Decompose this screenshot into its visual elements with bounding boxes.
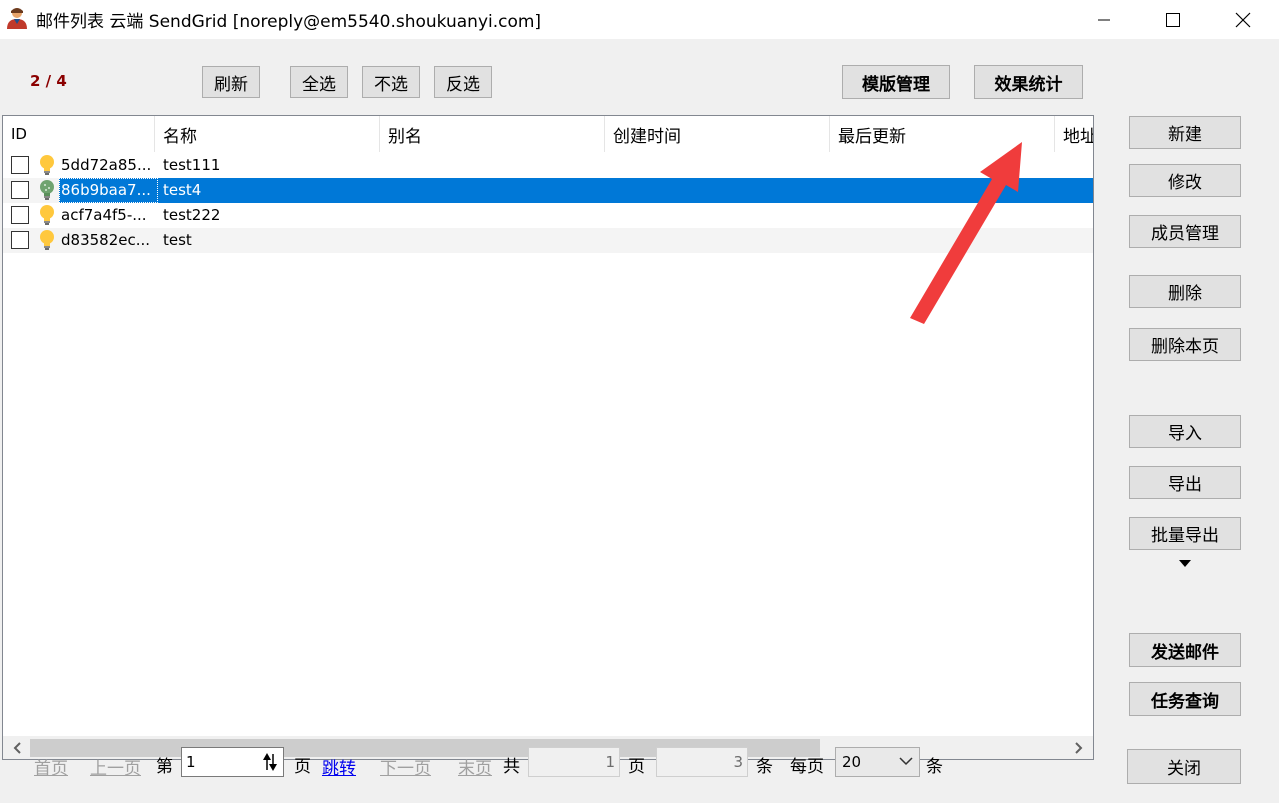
column-header-id[interactable]: ID <box>3 116 155 152</box>
task-query-button[interactable]: 任务查询 <box>1129 682 1241 716</box>
column-header-created[interactable]: 创建时间 <box>605 116 830 152</box>
invert-selection-button[interactable]: 反选 <box>434 66 492 98</box>
table-row[interactable]: 5dd72a85... test111 <box>3 153 1093 178</box>
total-label: 共 <box>503 757 520 777</box>
send-mail-button[interactable]: 发送邮件 <box>1129 633 1241 667</box>
edit-button[interactable]: 修改 <box>1129 164 1241 197</box>
delete-page-button[interactable]: 删除本页 <box>1129 328 1241 361</box>
bulb-green-icon <box>40 180 54 200</box>
template-management-button[interactable]: 模版管理 <box>842 65 950 99</box>
first-page-link[interactable]: 首页 <box>34 754 68 779</box>
app-user-icon <box>7 8 27 29</box>
column-header-address[interactable]: 地址 <box>1055 116 1093 152</box>
jump-link[interactable]: 跳转 <box>322 754 356 779</box>
next-page-link[interactable]: 下一页 <box>380 754 431 779</box>
table-row[interactable]: acf7a4f5-... test222 <box>3 203 1093 228</box>
maximize-button[interactable] <box>1150 0 1196 39</box>
table-row[interactable]: d83582ec... test <box>3 228 1093 253</box>
row-id: 86b9baa7... <box>59 178 158 203</box>
row-checkbox[interactable] <box>11 231 29 249</box>
total-items-field: 3 <box>656 747 748 777</box>
spinner-icon[interactable] <box>259 750 281 774</box>
chevron-down-icon <box>899 757 913 766</box>
close-icon <box>1235 12 1251 27</box>
mail-list-table[interactable]: ID 名称 别名 创建时间 最后更新 地址 5dd72a85... test11… <box>2 115 1094 760</box>
delete-button[interactable]: 删除 <box>1129 275 1241 308</box>
table-row[interactable]: 86b9baa7... test4 <box>3 178 1093 203</box>
page-label: 第 <box>156 757 173 777</box>
import-button[interactable]: 导入 <box>1129 415 1241 448</box>
row-name: test <box>163 231 192 249</box>
minimize-button[interactable] <box>1081 0 1127 39</box>
maximize-icon <box>1166 12 1180 27</box>
previous-page-link[interactable]: 上一页 <box>90 754 141 779</box>
pages-suffix: 页 <box>628 757 645 777</box>
bulb-yellow-icon <box>40 205 54 225</box>
row-id: 5dd72a85... <box>61 156 152 174</box>
per-page-suffix: 条 <box>926 757 943 777</box>
pagination-bar: 首页 上一页 第 1 页 跳转 下一页 末页 共 1 页 3 条 每页 20 条 <box>0 739 1279 787</box>
column-header-updated[interactable]: 最后更新 <box>830 116 1055 152</box>
page-suffix: 页 <box>294 757 311 777</box>
row-name: test4 <box>163 181 202 199</box>
minimize-icon <box>1098 19 1110 20</box>
row-selection-highlight <box>59 178 1093 203</box>
column-header-alias[interactable]: 别名 <box>380 116 605 152</box>
batch-export-button[interactable]: 批量导出 <box>1129 517 1241 550</box>
table-header: ID 名称 别名 创建时间 最后更新 地址 <box>3 116 1093 152</box>
new-button[interactable]: 新建 <box>1129 116 1241 149</box>
page-count: 2 / 4 <box>30 72 67 90</box>
row-name: test111 <box>163 156 221 174</box>
per-page-select[interactable]: 20 <box>835 747 920 777</box>
last-page-link[interactable]: 末页 <box>458 754 492 779</box>
row-checkbox[interactable] <box>11 156 29 174</box>
window-title: 邮件列表 云端 SendGrid [noreply@em5540.shoukua… <box>36 12 542 32</box>
row-checkbox[interactable] <box>11 206 29 224</box>
client-area: 2 / 4 刷新 全选 不选 反选 模版管理 效果统计 ID 名称 别名 创建时… <box>0 39 1279 803</box>
items-suffix: 条 <box>756 757 773 777</box>
close-window-button[interactable] <box>1220 0 1266 39</box>
title-bar: 邮件列表 云端 SendGrid [noreply@em5540.shoukua… <box>0 0 1279 39</box>
per-page-label: 每页 <box>790 757 824 777</box>
bulb-yellow-icon <box>40 155 54 175</box>
page-number-input[interactable]: 1 <box>181 747 284 777</box>
total-pages-field: 1 <box>528 747 620 777</box>
select-all-button[interactable]: 全选 <box>290 66 348 98</box>
select-none-button[interactable]: 不选 <box>362 66 420 98</box>
bulb-yellow-icon <box>40 230 54 250</box>
row-id: d83582ec... <box>61 231 151 249</box>
export-button[interactable]: 导出 <box>1129 466 1241 499</box>
row-checkbox[interactable] <box>11 181 29 199</box>
column-header-name[interactable]: 名称 <box>155 116 380 152</box>
page-number-value: 1 <box>186 753 196 771</box>
member-management-button[interactable]: 成员管理 <box>1129 215 1241 248</box>
refresh-button[interactable]: 刷新 <box>202 66 260 98</box>
row-name: test222 <box>163 206 221 224</box>
dropdown-arrow-icon[interactable] <box>1179 560 1191 568</box>
row-id: acf7a4f5-... <box>61 206 147 224</box>
effect-statistics-button[interactable]: 效果统计 <box>974 65 1083 99</box>
per-page-value: 20 <box>842 753 862 771</box>
